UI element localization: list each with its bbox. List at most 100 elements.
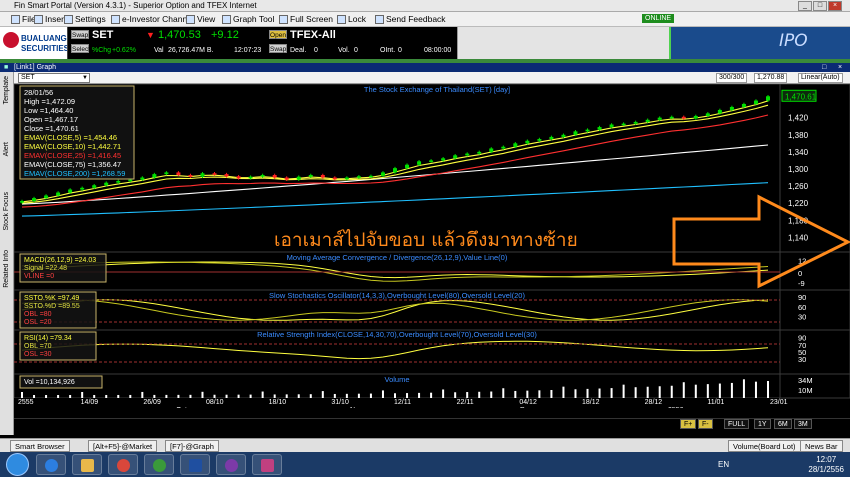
- candle-body: [344, 177, 349, 180]
- volume-bar: [442, 389, 445, 398]
- ipo-banner[interactable]: IPO: [669, 27, 850, 59]
- month-label: 2556: [668, 407, 684, 408]
- range-bar: F+ F- FULL 1Y 6M 3M: [14, 418, 850, 429]
- volume-bar: [478, 391, 481, 398]
- browser-tab[interactable]: [Alt+F5]-@Market: [88, 440, 158, 452]
- language-indicator[interactable]: EN: [718, 460, 729, 469]
- news-bar-button[interactable]: News Bar: [800, 440, 843, 452]
- panel-title: Volume: [384, 375, 409, 384]
- volume-bar: [117, 394, 120, 398]
- zoom-out-button[interactable]: F-: [698, 419, 713, 429]
- volume-bar: [357, 393, 360, 398]
- taskbar-app4-icon[interactable]: [252, 454, 282, 475]
- candle-body: [116, 180, 121, 183]
- volume-bar: [694, 384, 697, 398]
- candle-body: [248, 176, 253, 179]
- quote-pct-label: %Chg: [92, 47, 112, 54]
- indicator-legend-text: SSTO.%D =89.55: [24, 303, 80, 310]
- menu-item[interactable]: Full Screen: [290, 12, 333, 27]
- start-button[interactable]: [6, 453, 29, 476]
- candle-body: [236, 176, 241, 179]
- taskbar-app3-icon[interactable]: [216, 454, 246, 475]
- volume-bar: [177, 394, 180, 398]
- taskbar-app2-icon[interactable]: [180, 454, 210, 475]
- taskbar-app-icon[interactable]: [144, 454, 174, 475]
- indicator-legend-text: SSTO.%K =97.49: [24, 295, 79, 302]
- volume-bar: [767, 381, 769, 398]
- candle-body: [272, 174, 277, 178]
- candle-body: [645, 119, 650, 122]
- candle-body: [368, 175, 373, 178]
- side-tab[interactable]: Stock Focus: [1, 192, 13, 231]
- indicator-legend-text: Signal =22.48: [24, 265, 67, 272]
- tfex-time: 08:00:00: [424, 47, 452, 54]
- cursor-value: 1,270.88: [754, 73, 788, 83]
- quote-time: 12:07:23: [234, 47, 262, 54]
- y-tick-label: 10M: [798, 386, 813, 395]
- volume-board-button[interactable]: Volume(Board Lot): [728, 440, 801, 452]
- volume-bar: [189, 394, 192, 398]
- x-tick-label: 18/10: [269, 399, 287, 406]
- menu-item[interactable]: Send Feedback: [386, 12, 446, 27]
- deal-value: 0: [314, 47, 318, 54]
- symbol-select[interactable]: SET ▼: [18, 73, 90, 83]
- close-button[interactable]: ×: [828, 1, 842, 11]
- volume-bar: [514, 390, 517, 398]
- range-button[interactable]: FULL: [724, 419, 750, 429]
- side-tab[interactable]: Template: [1, 76, 13, 104]
- window-restore-icon[interactable]: □: [822, 63, 826, 72]
- quote-value: 26,726.47M B.: [168, 47, 214, 54]
- volume-bar: [502, 388, 505, 398]
- side-tab[interactable]: Alert: [1, 142, 13, 156]
- swap-button[interactable]: Swap: [71, 30, 89, 39]
- y-tick-label: 1,300: [788, 165, 809, 174]
- volume-bar: [381, 390, 384, 398]
- candle-body: [104, 182, 109, 186]
- range-button[interactable]: 1Y: [754, 419, 771, 429]
- axis-panel: [779, 373, 850, 399]
- x-tick-label: 26/09: [143, 399, 161, 406]
- menu-item[interactable]: View: [197, 12, 215, 27]
- window-close-icon[interactable]: ×: [838, 63, 842, 72]
- x-tick-label: 2555: [18, 399, 34, 406]
- candle-body: [741, 103, 746, 107]
- volume-bar: [658, 386, 661, 398]
- menu-item[interactable]: e-Investor Channel: [122, 12, 194, 27]
- volume-bar: [129, 394, 132, 398]
- candle-body: [681, 116, 686, 119]
- browser-tab[interactable]: [F7]-@Graph: [165, 440, 219, 452]
- candle-body: [308, 174, 313, 177]
- menu-item[interactable]: Graph Tool: [233, 12, 274, 27]
- quote-panel: Swap Select SET ▼ 1,470.53 +9.12 %Chg +0…: [67, 27, 457, 59]
- side-tab[interactable]: Related Info: [1, 250, 13, 288]
- y-tick-label: 60: [798, 303, 806, 312]
- indicator-legend-text: VLINE =0: [24, 273, 54, 280]
- range-button[interactable]: 6M: [774, 419, 792, 429]
- quote-symbol: SET: [92, 29, 114, 41]
- select-button[interactable]: Select: [71, 44, 90, 53]
- menu-item[interactable]: Settings: [75, 12, 106, 27]
- candle-body: [766, 96, 770, 101]
- candle-body: [260, 174, 265, 177]
- minimize-button[interactable]: _: [798, 1, 812, 11]
- indicator-legend-text: OSL =20: [24, 319, 52, 326]
- maximize-button[interactable]: □: [813, 1, 827, 11]
- volume-bar: [213, 394, 216, 398]
- menu-bar: File Insert Settings e-Investor Channel View…: [0, 12, 850, 27]
- browser-tab[interactable]: Smart Browser: [10, 440, 70, 452]
- taskbar-ie-icon[interactable]: [36, 454, 66, 475]
- taskbar-folder-icon[interactable]: [72, 454, 102, 475]
- x-tick-label: 14/09: [81, 399, 99, 406]
- zoom-in-button[interactable]: F+: [680, 419, 697, 429]
- range-button[interactable]: 3M: [794, 419, 812, 429]
- volume-bar: [742, 379, 745, 398]
- candle-body: [80, 187, 85, 190]
- taskbar-clock[interactable]: 12:07 28/1/2556: [808, 455, 844, 475]
- volume-bar: [345, 393, 348, 398]
- taskbar-chrome-icon[interactable]: [108, 454, 138, 475]
- menu-item[interactable]: Lock: [348, 12, 366, 27]
- y-tick-label: 1,220: [788, 199, 809, 208]
- stock-chart[interactable]: 1,4201,3801,3401,3001,2601,2201,1801,140…: [14, 84, 850, 408]
- scale-mode[interactable]: Linear(Auto): [798, 73, 843, 83]
- side-tab-bar: Template Alert Stock Focus Related Info: [0, 72, 14, 435]
